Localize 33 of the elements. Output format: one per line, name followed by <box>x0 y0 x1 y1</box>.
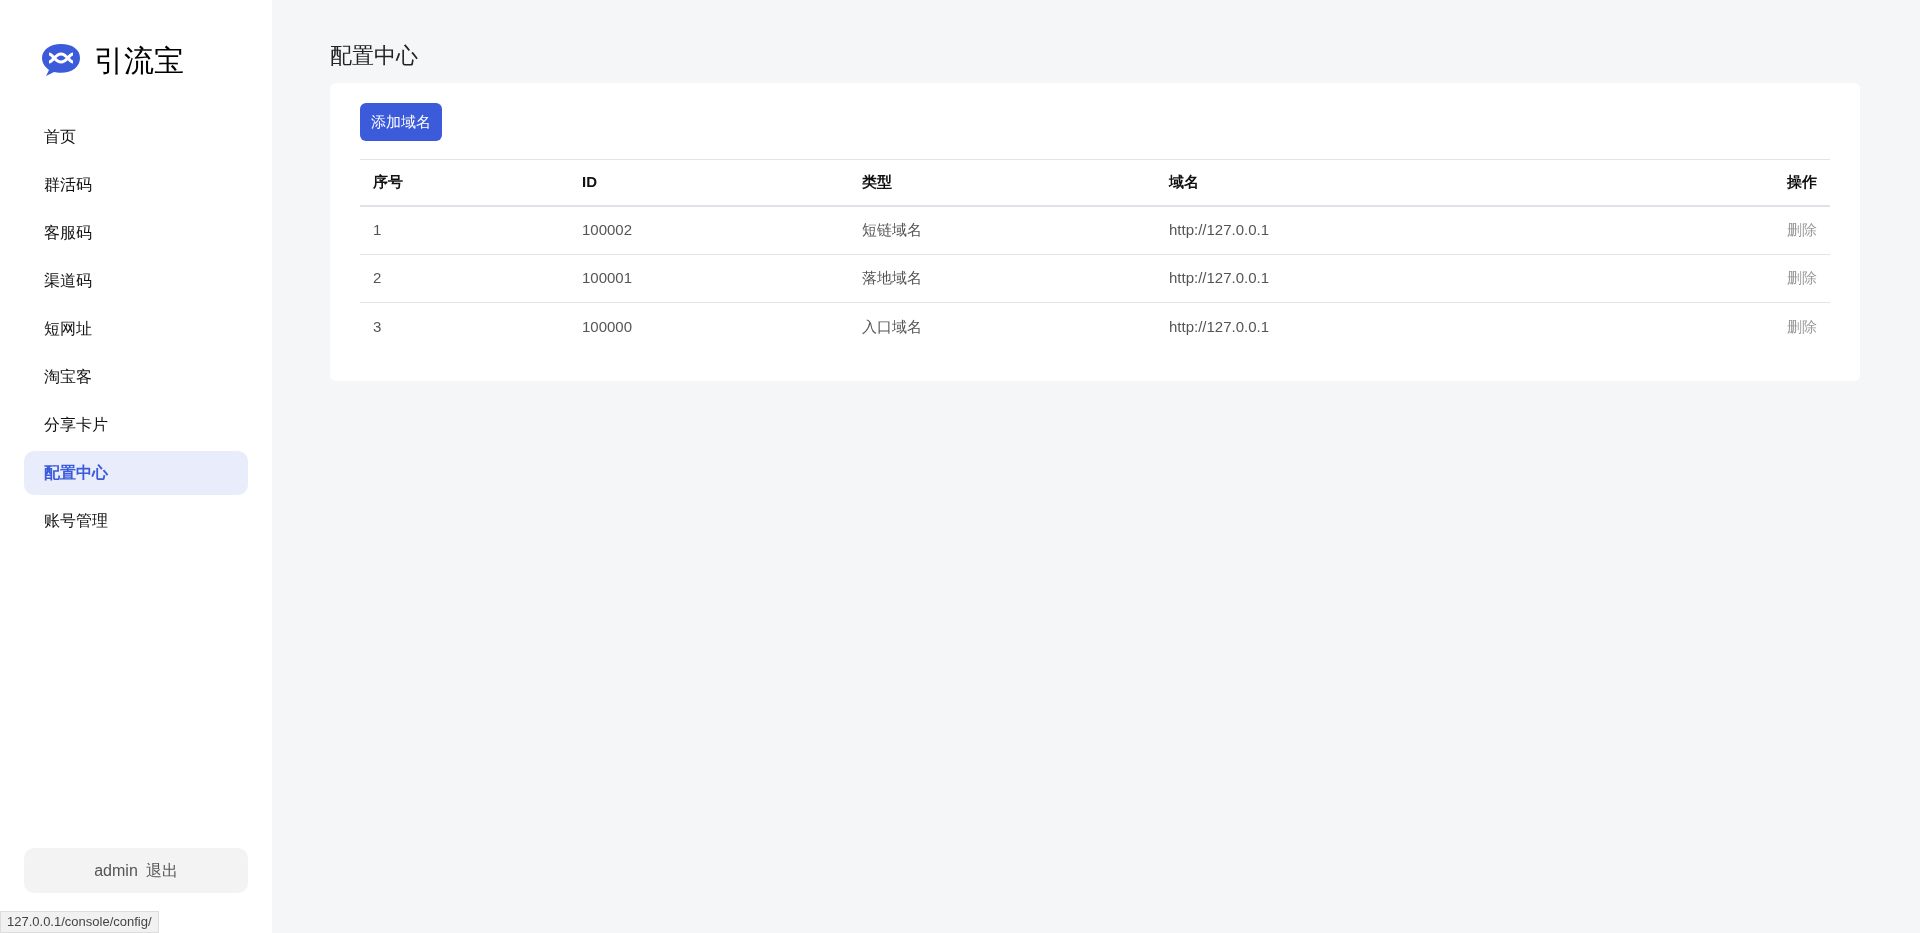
column-header: 域名 <box>1169 172 1200 193</box>
logout-link[interactable]: 退出 <box>145 858 178 883</box>
brand-name: 引流宝 <box>94 42 184 79</box>
column-header: 序号 <box>373 172 404 193</box>
nav-item[interactable]: 短网址 <box>24 307 248 351</box>
column-header: 类型 <box>862 172 893 193</box>
nav-item[interactable]: 群活码 <box>24 163 248 207</box>
table-cell-text: http://127.0.0.1 <box>1169 316 1271 337</box>
table-cell-text: http://127.0.0.1 <box>1169 268 1271 289</box>
logo-icon <box>40 42 82 78</box>
table-cell-text: 3 <box>373 316 383 337</box>
column-header: ID <box>582 172 598 193</box>
nav-item[interactable]: 客服码 <box>24 211 248 255</box>
table-cell-text: 100000 <box>582 316 634 337</box>
table-cell-text: 1 <box>373 220 383 241</box>
nav-item[interactable]: 分享卡片 <box>24 403 248 447</box>
table-cell-text: 2 <box>373 268 383 289</box>
column-header: 操作 <box>1787 172 1817 193</box>
add-domain-button[interactable]: 添加域名 <box>360 103 442 141</box>
nav-item[interactable]: 渠道码 <box>24 259 248 303</box>
status-url: 127.0.0.1/console/config/ <box>0 911 159 933</box>
table-cell-text: 入口域名 <box>862 316 923 337</box>
nav-item[interactable]: 淘宝客 <box>24 355 248 399</box>
page-title: 配置中心 <box>330 42 419 70</box>
table-cell-text: http://127.0.0.1 <box>1169 220 1271 241</box>
username: admin <box>94 860 138 881</box>
nav-item[interactable]: 账号管理 <box>24 499 248 543</box>
table-cell-text: 100002 <box>582 220 634 241</box>
table-cell-text: 短链域名 <box>862 220 923 241</box>
nav-item[interactable]: 首页 <box>24 115 248 159</box>
table-cell-text: 100001 <box>582 268 634 289</box>
table-cell-text: 落地域名 <box>862 268 923 289</box>
nav-item[interactable]: 配置中心 <box>24 451 248 495</box>
